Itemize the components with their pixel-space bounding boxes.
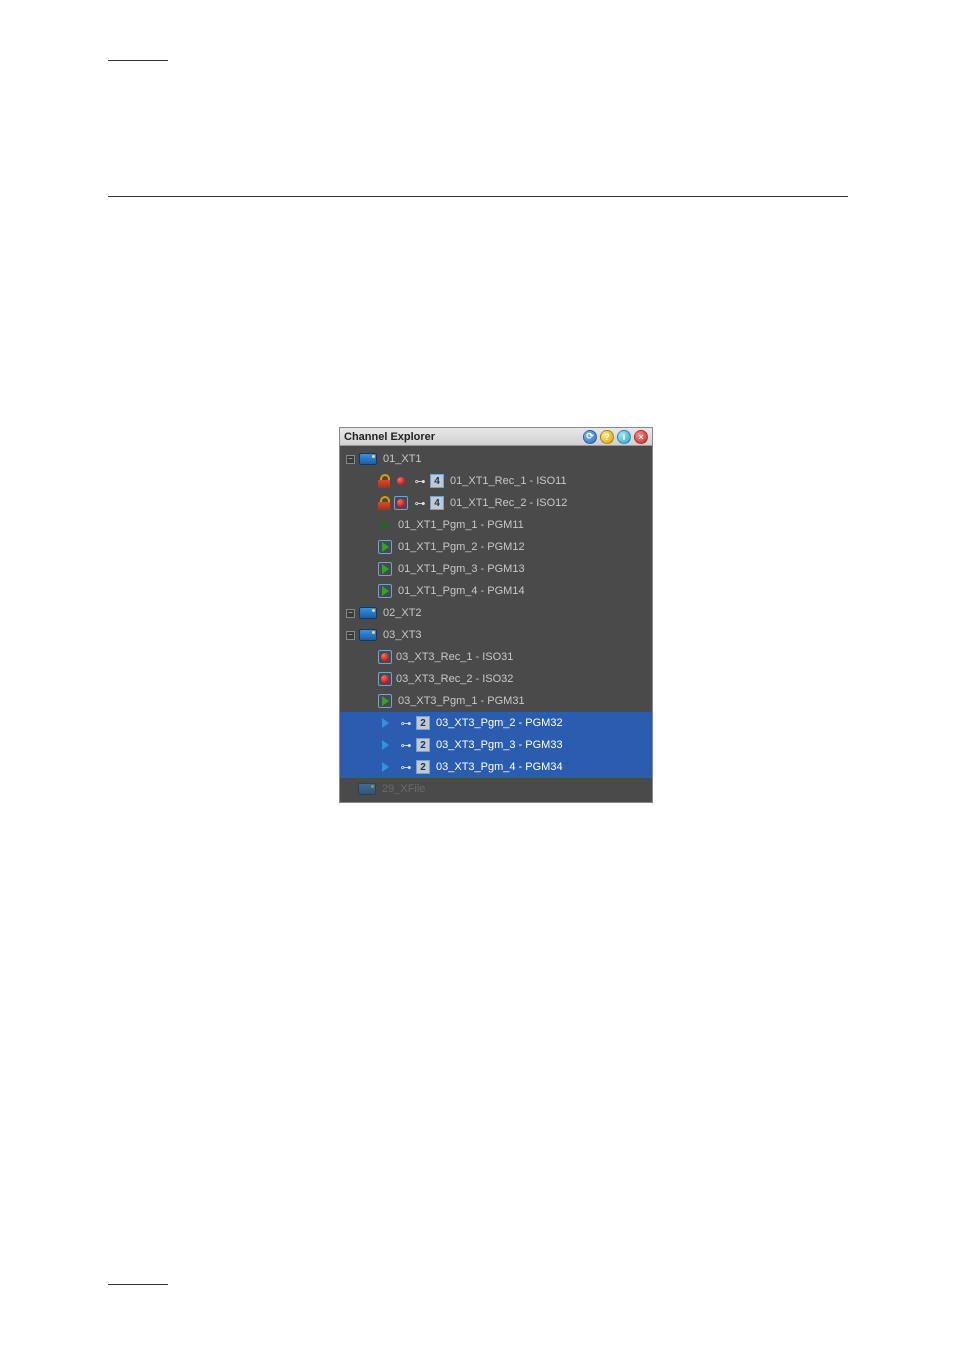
gang-count-badge: 4 xyxy=(430,474,444,488)
link-icon: ⊶ xyxy=(398,762,414,772)
channel-node[interactable]: ⊶ 2 03_XT3_Pgm_2 - PGM32 xyxy=(340,712,652,734)
horizontal-rule xyxy=(108,196,848,197)
panel-button-close-icon[interactable]: × xyxy=(634,430,648,444)
channel-tree: − 01_XT1 ⊶ 4 01_XT1_Rec_1 - ISO11 ⊶ 4 01… xyxy=(340,446,652,802)
server-label: 01_XT1 xyxy=(383,453,422,465)
channel-node[interactable]: 03_XT3_Rec_2 - ISO32 xyxy=(340,668,652,690)
channel-label: 01_XT1_Rec_1 - ISO11 xyxy=(450,475,567,487)
server-label: 02_XT2 xyxy=(383,607,422,619)
channel-label: 03_XT3_Pgm_2 - PGM32 xyxy=(436,717,563,729)
channel-label: 01_XT1_Rec_2 - ISO12 xyxy=(450,497,567,509)
collapse-icon[interactable]: − xyxy=(346,631,355,640)
channel-node[interactable]: ⊶ 4 01_XT1_Rec_1 - ISO11 xyxy=(340,470,652,492)
server-label: 03_XT3 xyxy=(383,629,422,641)
record-icon xyxy=(378,672,392,686)
link-icon: ⊶ xyxy=(398,718,414,728)
play-icon xyxy=(378,760,392,774)
channel-node[interactable]: ⊶ 2 03_XT3_Pgm_4 - PGM34 xyxy=(340,756,652,778)
channel-label: 01_XT1_Pgm_2 - PGM12 xyxy=(398,541,525,553)
server-icon xyxy=(359,453,377,465)
panel-button-info-icon[interactable]: i xyxy=(617,430,631,444)
play-icon xyxy=(378,562,392,576)
server-icon xyxy=(359,607,377,619)
horizontal-rule xyxy=(108,60,168,61)
channel-node[interactable]: 01_XT1_Pgm_1 - PGM11 xyxy=(340,514,652,536)
server-label: 29_XFile xyxy=(382,783,425,795)
channel-node[interactable]: ⊶ 2 03_XT3_Pgm_3 - PGM33 xyxy=(340,734,652,756)
channel-label: 01_XT1_Pgm_4 - PGM14 xyxy=(398,585,525,597)
record-icon xyxy=(394,496,408,510)
panel-button-refresh-icon[interactable]: ⟳ xyxy=(583,430,597,444)
gang-count-badge: 4 xyxy=(430,496,444,510)
channel-label: 03_XT3_Pgm_3 - PGM33 xyxy=(436,739,563,751)
link-icon: ⊶ xyxy=(412,476,428,486)
horizontal-rule xyxy=(108,1284,168,1285)
channel-node[interactable]: 03_XT3_Rec_1 - ISO31 xyxy=(340,646,652,668)
panel-title: Channel Explorer xyxy=(344,431,580,443)
channel-node[interactable]: ⊶ 4 01_XT1_Rec_2 - ISO12 xyxy=(340,492,652,514)
server-icon xyxy=(358,783,376,795)
server-icon xyxy=(359,629,377,641)
channel-label: 01_XT1_Pgm_3 - PGM13 xyxy=(398,563,525,575)
record-icon xyxy=(378,650,392,664)
channel-label: 03_XT3_Pgm_1 - PGM31 xyxy=(398,695,525,707)
channel-label: 03_XT3_Pgm_4 - PGM34 xyxy=(436,761,563,773)
lock-icon xyxy=(378,474,390,488)
channel-explorer-panel: Channel Explorer ⟳ ? i × − 01_XT1 ⊶ 4 01… xyxy=(339,427,653,803)
gang-count-badge: 2 xyxy=(416,716,430,730)
play-icon xyxy=(378,716,392,730)
collapse-icon[interactable]: − xyxy=(346,455,355,464)
channel-node[interactable]: 03_XT3_Pgm_1 - PGM31 xyxy=(340,690,652,712)
play-icon xyxy=(378,694,392,708)
play-icon xyxy=(378,738,392,752)
record-icon xyxy=(394,474,408,488)
panel-button-help-icon[interactable]: ? xyxy=(600,430,614,444)
lock-icon xyxy=(378,496,390,510)
gang-count-badge: 2 xyxy=(416,760,430,774)
channel-node[interactable]: 01_XT1_Pgm_2 - PGM12 xyxy=(340,536,652,558)
server-node[interactable]: − 02_XT2 xyxy=(340,602,652,624)
play-icon xyxy=(378,584,392,598)
gang-count-badge: 2 xyxy=(416,738,430,752)
expand-icon[interactable]: − xyxy=(346,609,355,618)
panel-titlebar: Channel Explorer ⟳ ? i × xyxy=(340,428,652,446)
play-icon xyxy=(378,540,392,554)
server-node[interactable]: − 03_XT3 xyxy=(340,624,652,646)
link-icon: ⊶ xyxy=(398,740,414,750)
channel-label: 03_XT3_Rec_1 - ISO31 xyxy=(396,651,513,663)
server-node[interactable]: − 01_XT1 xyxy=(340,448,652,470)
server-node-disabled[interactable]: 29_XFile xyxy=(340,778,652,800)
link-icon: ⊶ xyxy=(412,498,428,508)
channel-node[interactable]: 01_XT1_Pgm_4 - PGM14 xyxy=(340,580,652,602)
channel-node[interactable]: 01_XT1_Pgm_3 - PGM13 xyxy=(340,558,652,580)
channel-label: 01_XT1_Pgm_1 - PGM11 xyxy=(398,519,524,531)
play-icon xyxy=(378,518,392,532)
channel-label: 03_XT3_Rec_2 - ISO32 xyxy=(396,673,513,685)
